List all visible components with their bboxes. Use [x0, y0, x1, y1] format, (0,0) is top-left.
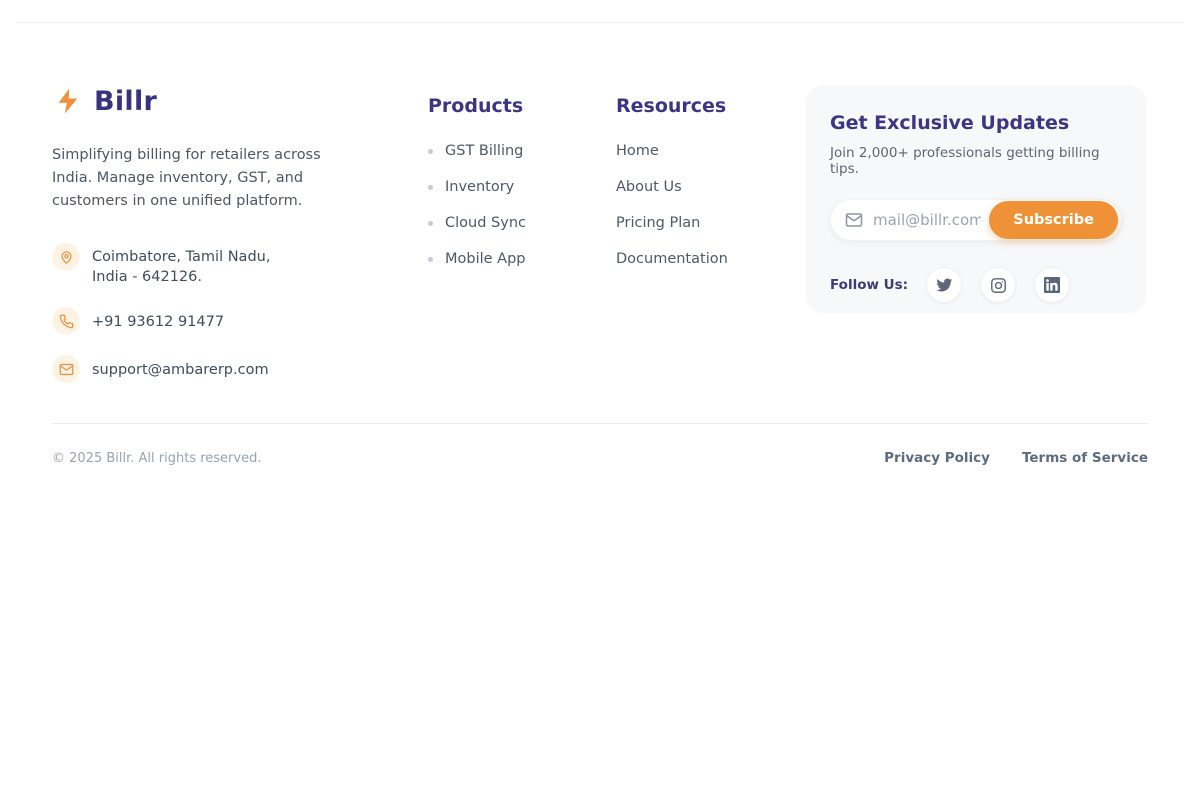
resources-link-pricing-plan[interactable]: Pricing Plan: [616, 216, 728, 231]
resources-list: Home About Us Pricing Plan Documentation: [616, 144, 728, 267]
products-link-mobile-app[interactable]: Mobile App: [428, 252, 526, 267]
brand-logo[interactable]: Billr: [52, 84, 382, 118]
bottom-links: Privacy Policy Terms of Service: [884, 450, 1148, 466]
email-text: support@ambarerp.com: [92, 355, 269, 380]
bottom-divider: [52, 423, 1148, 424]
products-list: GST Billing Inventory Cloud Sync Mobile …: [428, 144, 526, 267]
address-text: Coimbatore, Tamil Nadu, India - 642126.: [92, 243, 270, 287]
phone-text: +91 93612 91477: [92, 307, 224, 332]
linkedin-icon: [1044, 277, 1060, 293]
footer-section: Billr Simplifying billing for retailers …: [0, 0, 1200, 800]
copyright-text: © 2025 Billr. All rights reserved.: [52, 451, 261, 466]
brand-name: Billr: [94, 86, 157, 117]
resources-column: Resources Home About Us Pricing Plan Doc…: [616, 95, 728, 267]
linkedin-button[interactable]: [1034, 267, 1070, 303]
bullet-dot-icon: [428, 149, 433, 154]
products-link-inventory[interactable]: Inventory: [428, 180, 526, 195]
products-column: Products GST Billing Inventory Cloud Syn…: [428, 95, 526, 267]
products-title: Products: [428, 95, 526, 117]
contact-phone[interactable]: +91 93612 91477: [52, 307, 382, 335]
bullet-dot-icon: [428, 185, 433, 190]
envelope-icon: [52, 355, 80, 383]
lightning-bolt-icon: [52, 84, 84, 118]
map-pin-icon: [52, 243, 80, 271]
brand-column: Billr Simplifying billing for retailers …: [52, 84, 382, 383]
products-link-gst-billing[interactable]: GST Billing: [428, 144, 526, 159]
bullet-dot-icon: [428, 221, 433, 226]
mail-icon: [845, 211, 863, 229]
follow-row: Follow Us:: [830, 267, 1122, 303]
top-divider: [16, 22, 1184, 23]
email-input[interactable]: [863, 211, 989, 229]
resources-link-documentation[interactable]: Documentation: [616, 252, 728, 267]
phone-icon: [52, 307, 80, 335]
privacy-policy-link[interactable]: Privacy Policy: [884, 450, 990, 466]
newsletter-card: Get Exclusive Updates Join 2,000+ profes…: [806, 86, 1146, 313]
contact-list: Coimbatore, Tamil Nadu, India - 642126. …: [52, 243, 382, 383]
follow-us-label: Follow Us:: [830, 277, 908, 293]
address-line2: India - 642126.: [92, 269, 202, 285]
contact-email[interactable]: support@ambarerp.com: [52, 355, 382, 383]
resources-link-home[interactable]: Home: [616, 144, 728, 159]
newsletter-title: Get Exclusive Updates: [830, 112, 1122, 134]
address-line1: Coimbatore, Tamil Nadu,: [92, 249, 270, 265]
instagram-icon: [990, 277, 1007, 294]
twitter-button[interactable]: [926, 267, 962, 303]
twitter-icon: [936, 277, 953, 294]
instagram-button[interactable]: [980, 267, 1016, 303]
resources-link-about-us[interactable]: About Us: [616, 180, 728, 195]
brand-description: Simplifying billing for retailers across…: [52, 144, 364, 213]
bullet-dot-icon: [428, 257, 433, 262]
contact-address: Coimbatore, Tamil Nadu, India - 642126.: [52, 243, 382, 287]
subscribe-button[interactable]: Subscribe: [989, 201, 1118, 239]
resources-title: Resources: [616, 95, 728, 117]
terms-of-service-link[interactable]: Terms of Service: [1022, 450, 1148, 466]
products-link-cloud-sync[interactable]: Cloud Sync: [428, 216, 526, 231]
subscribe-form: Subscribe: [830, 199, 1122, 241]
newsletter-subtitle: Join 2,000+ professionals getting billin…: [830, 145, 1122, 177]
